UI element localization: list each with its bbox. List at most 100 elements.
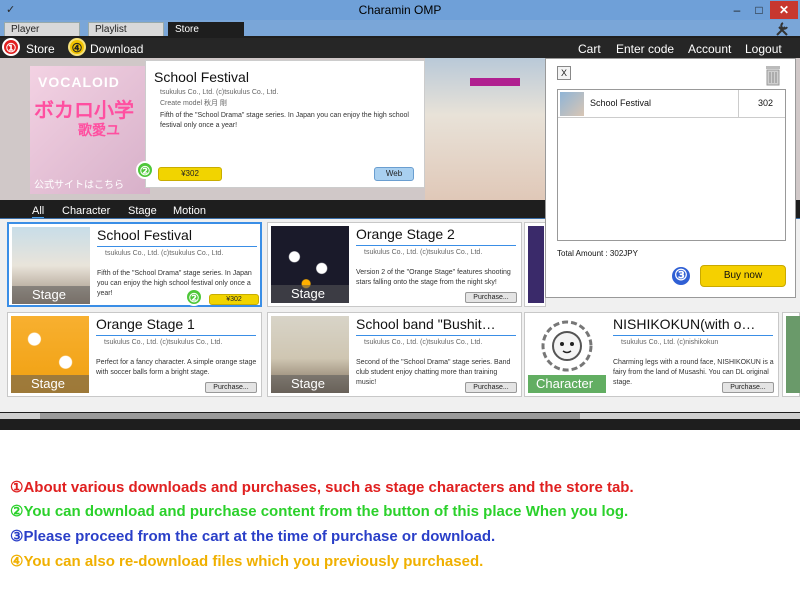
product-type-label: Stage xyxy=(271,285,349,303)
product-title: Orange Stage 2 xyxy=(356,226,455,242)
note-one: ①About various downloads and purchases, … xyxy=(10,478,634,496)
cart-item-row[interactable]: School Festival 302 xyxy=(558,90,785,118)
product-thumbnail: Stage xyxy=(11,316,89,393)
product-thumbnail xyxy=(528,226,544,303)
store-menu-bar: ① Store ④ Download Cart Enter code Accou… xyxy=(0,38,800,58)
title-underline xyxy=(613,335,773,336)
product-thumbnail: Stage xyxy=(271,316,349,393)
purchase-button[interactable]: Purchase... xyxy=(205,382,257,393)
product-title: School band "Bushit… xyxy=(356,316,496,332)
title-bar: ✓ Charamin OMP – □ ✕ xyxy=(0,0,800,20)
product-publisher: tsukulus Co., Ltd. (c)tsukulus Co., Ltd. xyxy=(104,339,223,346)
product-publisher: tsukulus Co., Ltd. (c)tsukulus Co., Ltd. xyxy=(364,249,483,256)
window-title: Charamin OMP xyxy=(358,3,442,17)
product-card[interactable]: Stage Orange Stage 2 tsukulus Co., Ltd. … xyxy=(267,222,522,307)
close-button[interactable]: ✕ xyxy=(770,1,798,19)
product-price-button[interactable]: ¥302 xyxy=(209,294,259,305)
product-thumbnail: Stage xyxy=(12,227,90,304)
cart-item-thumbnail xyxy=(560,92,584,116)
tab-strip: Player Playlist Store xyxy=(0,20,800,36)
popup-price-button[interactable]: ¥302 xyxy=(158,167,222,181)
product-title: Orange Stage 1 xyxy=(96,316,195,332)
note-four: ④You can also re-download files which yo… xyxy=(10,552,483,570)
menu-enter-code[interactable]: Enter code xyxy=(616,42,674,56)
note-three: ③Please proceed from the cart at the tim… xyxy=(10,527,495,545)
note-marker: ④ xyxy=(10,553,24,570)
product-card-partial[interactable] xyxy=(524,222,546,307)
note-text: About various downloads and purchases, s… xyxy=(23,479,634,496)
product-card[interactable]: Stage School band "Bushit… tsukulus Co.,… xyxy=(267,312,522,397)
cart-panel: X School Festival 302 Total Amount: 302… xyxy=(545,58,796,298)
menu-account[interactable]: Account xyxy=(688,42,731,56)
popup-web-button[interactable]: Web xyxy=(374,167,414,181)
note-text: Please proceed from the cart at the time… xyxy=(23,528,496,545)
purchase-button[interactable]: Purchase... xyxy=(465,292,517,303)
product-type-label: Stage xyxy=(271,375,349,393)
popup-description: Fifth of the "School Drama" stage series… xyxy=(160,112,409,129)
menu-logout[interactable]: Logout xyxy=(745,42,782,56)
app-root: ✓ Charamin OMP – □ ✕ Player Playlist Sto… xyxy=(0,0,800,600)
product-publisher: tsukulus Co., Ltd. (c)tsukulus Co., Ltd. xyxy=(364,339,483,346)
category-stage[interactable]: Stage xyxy=(128,205,157,217)
note-marker: ② xyxy=(10,503,24,520)
note-text: You can also re-download files which you… xyxy=(23,553,484,570)
category-character[interactable]: Character xyxy=(62,205,110,217)
product-publisher: tsukulus Co., Ltd. (c)tsukulus Co., Ltd. xyxy=(105,250,224,257)
product-description: Version 2 of the "Orange Stage" features… xyxy=(356,269,511,286)
category-motion[interactable]: Motion xyxy=(173,205,206,217)
note-text: You can download and purchase content fr… xyxy=(23,503,629,520)
banner-jp-title: ボカロ小学 xyxy=(34,100,134,122)
cart-column-divider xyxy=(738,90,739,118)
category-all[interactable]: All xyxy=(32,205,45,219)
tab-store[interactable]: Store xyxy=(168,22,244,36)
product-type-label: Stage xyxy=(12,286,90,304)
purchase-button[interactable]: Purchase... xyxy=(722,382,774,393)
annotation-notes: ①About various downloads and purchases, … xyxy=(0,430,800,600)
tab-playlist[interactable]: Playlist xyxy=(88,22,164,36)
tab-player[interactable]: Player xyxy=(4,22,80,36)
product-thumbnail: Stage xyxy=(271,226,349,303)
trash-icon[interactable] xyxy=(761,63,785,87)
minimize-button[interactable]: – xyxy=(726,1,748,19)
title-underline xyxy=(97,246,257,247)
app-window: ✓ Charamin OMP – □ ✕ Player Playlist Sto… xyxy=(0,0,800,430)
cart-close-button[interactable]: X xyxy=(557,66,571,80)
note-marker: ③ xyxy=(10,528,24,545)
product-type-label: Stage xyxy=(11,375,89,393)
purchase-button[interactable]: Purchase... xyxy=(465,382,517,393)
cart-item-price: 302 xyxy=(758,98,774,108)
buy-now-button[interactable]: Buy now xyxy=(700,265,786,287)
product-title: NISHIKOKUN(with o… xyxy=(613,316,756,332)
menu-store[interactable]: Store xyxy=(26,42,55,56)
popup-publisher: tsukulus Co., Ltd. (c)tsukulus Co., Ltd. xyxy=(160,89,279,96)
cart-total: Total Amount : 302JPY xyxy=(557,249,638,258)
product-card-partial[interactable] xyxy=(782,312,800,397)
marker-two-badge: ② xyxy=(185,288,203,306)
marker-four-badge: ④ xyxy=(68,38,86,56)
featured-product-popup: School Festival tsukulus Co., Ltd. (c)ts… xyxy=(136,60,425,188)
product-card[interactable]: Character NISHIKOKUN(with o… tsukulus Co… xyxy=(524,312,779,397)
note-marker: ① xyxy=(10,479,24,496)
character-mascot-icon xyxy=(541,320,593,372)
banner-jp-subtitle: 歌愛ユ xyxy=(78,122,120,138)
product-thumbnail xyxy=(786,316,800,393)
menu-cart[interactable]: Cart xyxy=(578,42,601,56)
menu-download[interactable]: Download xyxy=(90,42,143,56)
note-two: ②You can download and purchase content f… xyxy=(10,502,628,520)
marker-one-badge: ① xyxy=(2,38,20,56)
banner-official-site-link[interactable]: 公式サイトはこちら xyxy=(34,176,124,191)
product-type-label: Character xyxy=(528,375,606,393)
title-underline xyxy=(356,335,516,336)
cart-item-list: School Festival 302 xyxy=(557,89,786,241)
title-underline xyxy=(356,245,516,246)
scrollbar-thumb[interactable] xyxy=(40,413,580,419)
marker-two-badge: ② xyxy=(136,161,154,179)
product-card[interactable]: Stage School Festival tsukulus Co., Ltd.… xyxy=(7,222,262,307)
popup-title: School Festival xyxy=(154,69,249,85)
product-description: Perfect for a fancy character. A simple … xyxy=(96,359,257,376)
banner-decoration xyxy=(470,78,520,86)
maximize-button[interactable]: □ xyxy=(748,1,770,19)
product-card[interactable]: Stage Orange Stage 1 tsukulus Co., Ltd. … xyxy=(7,312,262,397)
product-title: School Festival xyxy=(97,227,192,243)
marker-three-badge: ③ xyxy=(670,265,692,287)
